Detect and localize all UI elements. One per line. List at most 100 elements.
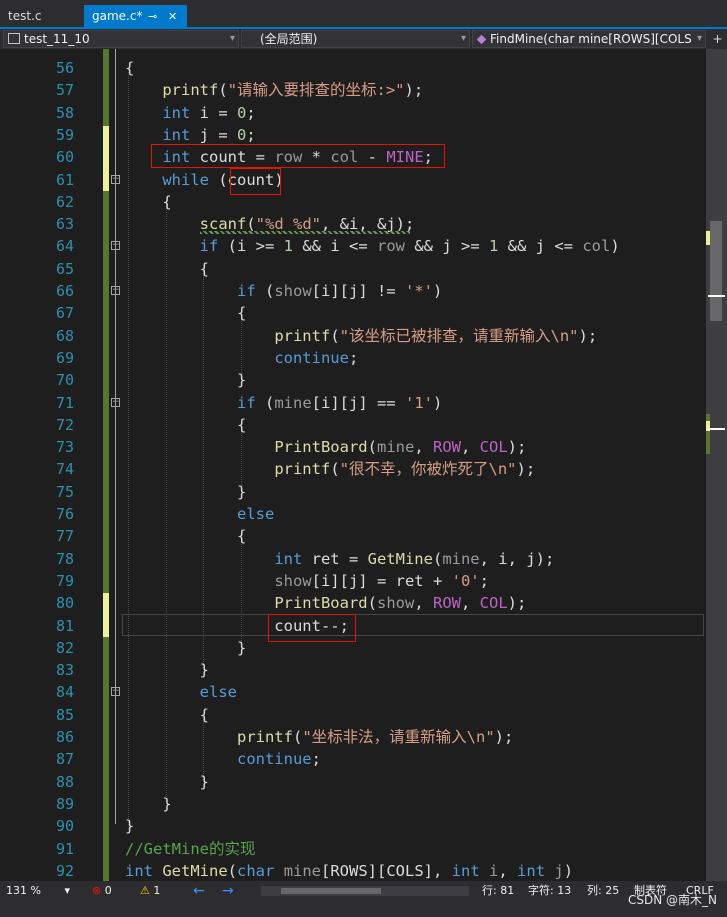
code-line[interactable]: 79 show[i][j] = ret + '0';: [0, 570, 706, 592]
line-number: 79: [55, 571, 74, 590]
tab-game-c[interactable]: game.c* ⊸ ✕: [84, 5, 187, 28]
line-number: 80: [55, 594, 74, 613]
code-token: j: [554, 861, 564, 880]
code-token: int: [517, 861, 546, 880]
warning-count-value: 1: [153, 884, 161, 897]
split-editor-button[interactable]: +: [708, 29, 727, 49]
code-token: 1: [283, 237, 293, 256]
code-line[interactable]: 67 {: [0, 302, 706, 324]
code-text: printf("很不幸，你被炸死了\n");: [125, 458, 535, 480]
char-indicator: 字符: 13: [528, 884, 572, 897]
code-editor[interactable]: 56{57 printf("请输入要排查的坐标:>"); 58 int i = 0…: [0, 49, 706, 881]
code-line[interactable]: 66 − if (show[i][j] != '*'): [0, 280, 706, 302]
code-line[interactable]: 73 PrintBoard(mine, ROW, COL);: [0, 436, 706, 458]
line-number: 72: [55, 415, 74, 434]
code-line[interactable]: 74 printf("很不幸，你被炸死了\n");: [0, 458, 706, 480]
code-token: "坐标非法，请重新输入\n": [302, 728, 495, 746]
line-number: 59: [55, 125, 74, 144]
code-line[interactable]: 58 int i = 0;: [0, 102, 706, 124]
code-text: }: [125, 659, 209, 681]
code-text: printf("该坐标已被排查，请重新输入\n");: [125, 325, 597, 347]
code-line[interactable]: 89 }: [0, 793, 706, 815]
code-token: }: [125, 794, 172, 813]
code-line[interactable]: 88 }: [0, 771, 706, 793]
code-line[interactable]: 68 printf("该坐标已被排查，请重新输入\n");: [0, 325, 706, 347]
code-line[interactable]: 77 {: [0, 525, 706, 547]
code-line[interactable]: 65 {: [0, 258, 706, 280]
code-line[interactable]: 78 int ret = GetMine(mine, i, j);: [0, 548, 706, 570]
scope-dropdown[interactable]: (全局范围) ▾: [241, 30, 470, 48]
code-line[interactable]: 59 int j = 0;: [0, 124, 706, 146]
function-icon: [476, 34, 487, 45]
code-line[interactable]: 69 continue;: [0, 347, 706, 369]
project-dropdown[interactable]: test_11_10 ▾: [3, 30, 239, 48]
code-line[interactable]: 62 {: [0, 191, 706, 213]
code-line[interactable]: 90}: [0, 815, 706, 837]
code-token: int: [274, 549, 303, 568]
pin-icon[interactable]: ⊸: [148, 5, 157, 28]
line-number: 82: [55, 638, 74, 657]
code-text: int j = 0;: [125, 124, 255, 146]
code-text: show[i][j] = ret + '0';: [125, 570, 489, 592]
code-text: continue;: [125, 347, 358, 369]
tab-test-c[interactable]: test.c: [0, 5, 80, 28]
code-token: [i][j] !=: [311, 282, 405, 300]
code-token: int: [162, 103, 191, 122]
code-line[interactable]: 92 int GetMine(char mine[ROWS][COLS], int…: [0, 860, 706, 881]
scroll-marker: [706, 414, 710, 454]
code-line[interactable]: 83 }: [0, 659, 706, 681]
vertical-scrollbar[interactable]: [706, 49, 727, 881]
close-icon[interactable]: ✕: [168, 5, 177, 28]
code-token: );: [404, 81, 424, 100]
code-line[interactable]: 76 else: [0, 503, 706, 525]
code-token: ): [610, 237, 620, 256]
code-line[interactable]: 86 printf("坐标非法，请重新输入\n");: [0, 726, 706, 748]
forward-arrow-icon[interactable]: →: [222, 881, 234, 901]
code-line[interactable]: 57 printf("请输入要排查的坐标:>");: [0, 79, 706, 101]
collapse-icon[interactable]: −: [111, 687, 120, 697]
code-text: {: [125, 57, 134, 79]
code-token: [i][j] ==: [311, 393, 405, 412]
code-text: continue;: [125, 748, 321, 770]
horizontal-scrollbar[interactable]: [261, 886, 469, 896]
error-count[interactable]: ⊗ 0: [92, 881, 112, 901]
code-line[interactable]: 91 //GetMine的实现: [0, 838, 706, 860]
code-line[interactable]: 56 {: [0, 57, 706, 79]
scroll-marker: [708, 691, 725, 693]
code-line[interactable]: 70 }: [0, 369, 706, 391]
tab-bar: test.c game.c* ⊸ ✕: [0, 0, 727, 28]
code-line[interactable]: 85 {: [0, 704, 706, 726]
scrollbar-thumb[interactable]: [710, 221, 722, 321]
code-text: }: [125, 369, 246, 391]
code-line[interactable]: 80 PrintBoard(show, ROW, COL);: [0, 592, 706, 614]
code-token: mine: [376, 438, 415, 457]
function-dropdown[interactable]: FindMine(char mine[ROWS][COLS ▾: [472, 30, 706, 48]
warning-count[interactable]: ⚠ 1: [140, 881, 160, 901]
scrollbar-thumb[interactable]: [281, 888, 381, 894]
collapse-icon[interactable]: −: [111, 397, 120, 407]
code-line[interactable]: 72 {: [0, 414, 706, 436]
code-line[interactable]: 75 }: [0, 481, 706, 503]
code-token: 0: [237, 103, 247, 122]
code-token: else: [199, 683, 237, 702]
code-line[interactable]: 71 − if (mine[i][j] == '1'): [0, 392, 706, 414]
code-line[interactable]: 61− while (count): [0, 169, 706, 191]
code-token: GetMine: [367, 549, 433, 568]
collapse-icon[interactable]: −: [111, 241, 120, 251]
line-indicator: 行: 81: [482, 884, 515, 897]
collapse-icon[interactable]: −: [111, 286, 120, 295]
back-arrow-icon[interactable]: ←: [193, 881, 205, 901]
code-token: PrintBoard: [274, 438, 368, 457]
code-line[interactable]: 84 − else: [0, 681, 706, 703]
code-line[interactable]: 64 − if (i >= 1 && i <= row && j >= 1 && …: [0, 235, 706, 257]
code-line[interactable]: 87 continue;: [0, 748, 706, 770]
collapse-icon[interactable]: −: [111, 174, 120, 184]
zoom-dropdown[interactable]: 131 % ▾: [6, 881, 70, 901]
